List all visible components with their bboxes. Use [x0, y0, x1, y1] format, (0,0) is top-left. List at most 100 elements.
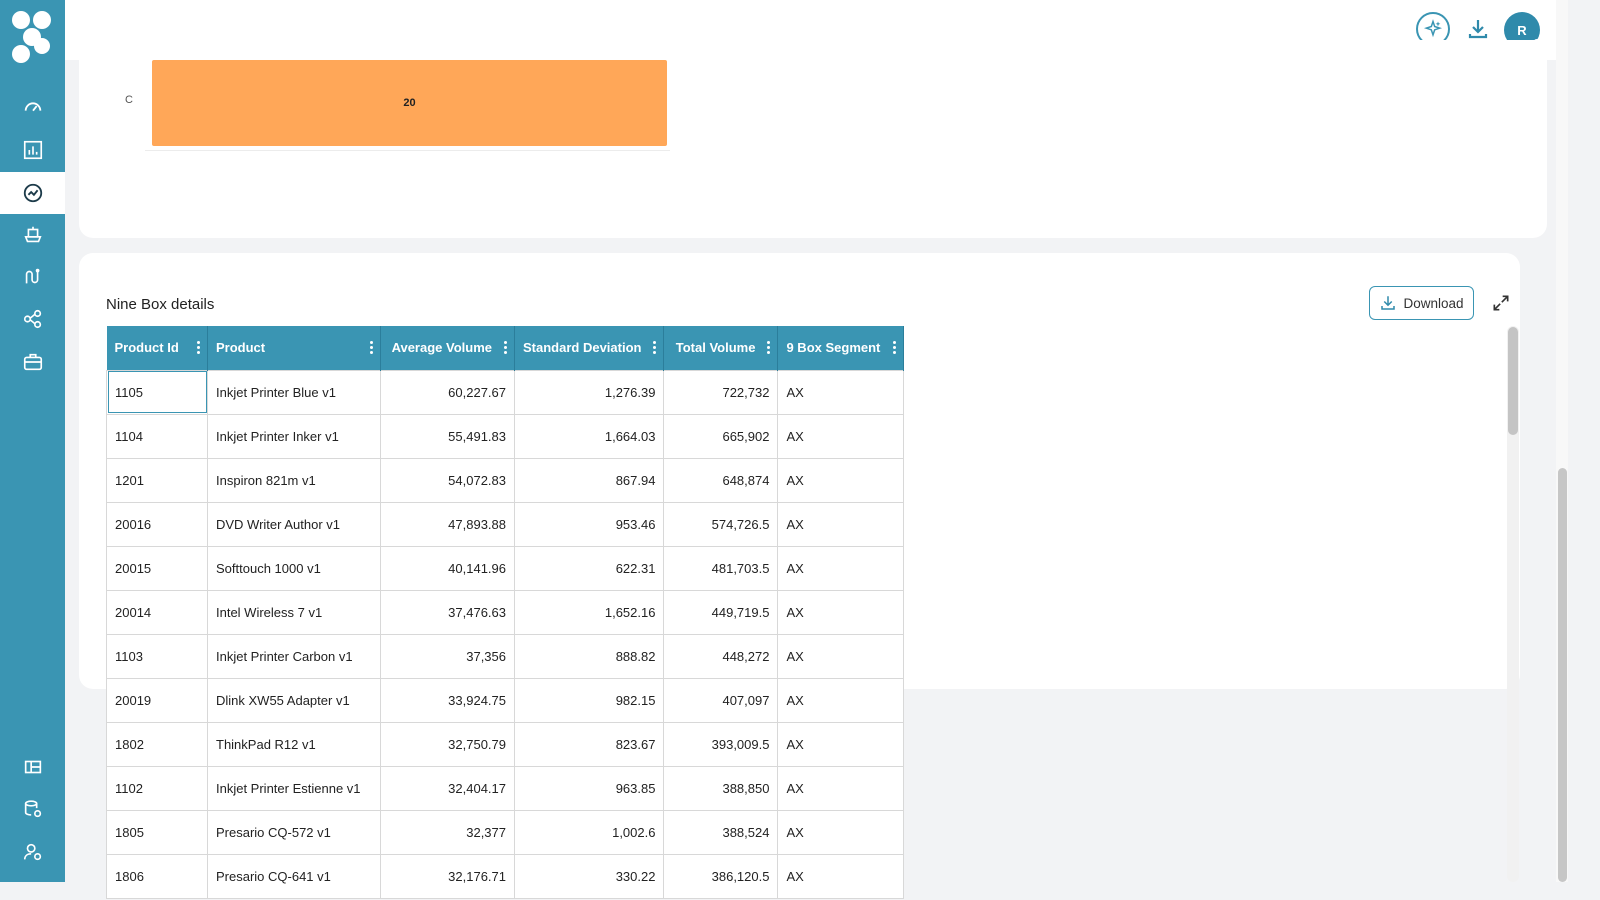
column-menu-icon[interactable]: [197, 341, 201, 355]
table-cell[interactable]: 823.67: [513, 721, 665, 767]
table-cell[interactable]: 481,703.5: [663, 545, 779, 591]
table-cell[interactable]: 388,850: [663, 765, 779, 811]
table-cell[interactable]: 1201: [106, 457, 208, 503]
table-cell[interactable]: AX: [777, 457, 905, 503]
table-scrollbar-thumb[interactable]: [1508, 327, 1518, 435]
table-row[interactable]: 1104 Inkjet Printer Inker v1 55,491.83 1,66…: [106, 413, 905, 459]
column-menu-icon[interactable]: [893, 341, 897, 355]
column-menu-icon[interactable]: [767, 341, 771, 355]
table-cell[interactable]: 20015: [106, 545, 208, 591]
table-cell[interactable]: 449,719.5: [663, 589, 779, 635]
table-cell[interactable]: 33,924.75: [380, 677, 515, 723]
table-row[interactable]: 1805 Presario CQ-572 v1 32,377 1,002.6 388,5…: [106, 809, 905, 855]
table-row[interactable]: 20019 Dlink XW55 Adapter v1 33,924.75 982.1…: [106, 677, 905, 723]
column-menu-icon[interactable]: [653, 341, 657, 355]
table-cell[interactable]: 1805: [106, 809, 208, 855]
table-cell[interactable]: 1802: [106, 721, 208, 767]
nav-routes[interactable]: [0, 256, 65, 298]
table-cell[interactable]: 888.82: [513, 633, 665, 679]
table-cell[interactable]: ThinkPad R12 v1: [207, 721, 381, 767]
table-cell[interactable]: Inkjet Printer Carbon v1: [207, 633, 381, 679]
column-header-product-id[interactable]: Product Id: [106, 326, 208, 370]
table-row[interactable]: 1201 Inspiron 821m v1 54,072.83 867.94 648,8…: [106, 457, 905, 503]
nav-data-settings[interactable]: [0, 788, 65, 830]
table-cell[interactable]: Inkjet Printer Estienne v1: [207, 765, 381, 811]
table-cell[interactable]: AX: [777, 721, 905, 767]
table-cell[interactable]: AX: [777, 369, 905, 415]
column-header-standard-deviation[interactable]: Standard Deviation: [514, 326, 665, 370]
table-cell[interactable]: 407,097: [663, 677, 779, 723]
table-cell[interactable]: 54,072.83: [380, 457, 515, 503]
table-cell[interactable]: 1806: [106, 853, 208, 899]
table-cell[interactable]: 330.22: [513, 853, 665, 899]
table-cell[interactable]: AX: [777, 633, 905, 679]
nav-analytics[interactable]: [0, 172, 65, 214]
table-cell[interactable]: 1,002.6: [513, 809, 665, 855]
table-row[interactable]: 1802 ThinkPad R12 v1 32,750.79 823.67 393,00…: [106, 721, 905, 767]
table-row[interactable]: 20014 Intel Wireless 7 v1 37,476.63 1,652.1…: [106, 589, 905, 635]
table-cell[interactable]: 963.85: [513, 765, 665, 811]
table-cell[interactable]: 20014: [106, 589, 208, 635]
table-cell[interactable]: 37,476.63: [380, 589, 515, 635]
table-cell[interactable]: 1103: [106, 633, 208, 679]
table-cell[interactable]: 388,524: [663, 809, 779, 855]
table-cell[interactable]: Inspiron 821m v1: [207, 457, 381, 503]
table-cell[interactable]: 448,272: [663, 633, 779, 679]
table-cell[interactable]: 867.94: [513, 457, 665, 503]
table-cell[interactable]: 20016: [106, 501, 208, 547]
table-cell[interactable]: AX: [777, 589, 905, 635]
nav-portfolio[interactable]: [0, 341, 65, 383]
column-menu-icon[interactable]: [504, 341, 508, 355]
table-cell[interactable]: AX: [777, 677, 905, 723]
table-cell[interactable]: AX: [777, 501, 905, 547]
column-header-average-volume[interactable]: Average Volume: [380, 326, 515, 370]
table-cell[interactable]: 47,893.88: [380, 501, 515, 547]
table-cell[interactable]: 32,176.71: [380, 853, 515, 899]
table-cell[interactable]: 55,491.83: [380, 413, 515, 459]
table-row[interactable]: 20016 DVD Writer Author v1 47,893.88 953.46…: [106, 501, 905, 547]
column-header-9-box-segment[interactable]: 9 Box Segment: [777, 326, 905, 370]
nav-dashboard[interactable]: [0, 746, 65, 788]
table-cell[interactable]: AX: [777, 853, 905, 899]
table-cell[interactable]: 722,732: [663, 369, 779, 415]
table-cell[interactable]: AX: [777, 413, 905, 459]
nav-user-settings[interactable]: [0, 831, 65, 873]
column-menu-icon[interactable]: [370, 341, 374, 355]
table-cell[interactable]: 32,750.79: [380, 721, 515, 767]
table-cell[interactable]: Inkjet Printer Blue v1: [207, 369, 381, 415]
table-cell[interactable]: 648,874: [663, 457, 779, 503]
petal-logo-icon[interactable]: [8, 6, 56, 68]
chart-bar[interactable]: 20: [152, 60, 667, 146]
table-cell[interactable]: 393,009.5: [663, 721, 779, 767]
expand-icon[interactable]: [1491, 293, 1511, 313]
table-cell[interactable]: AX: [777, 765, 905, 811]
table-cell[interactable]: 574,726.5: [663, 501, 779, 547]
nav-network[interactable]: [0, 298, 65, 340]
table-cell[interactable]: 1104: [106, 413, 208, 459]
table-cell[interactable]: 1102: [106, 765, 208, 811]
nav-reports[interactable]: [0, 129, 65, 171]
table-cell[interactable]: 953.46: [513, 501, 665, 547]
table-cell[interactable]: AX: [777, 809, 905, 855]
table-cell[interactable]: Inkjet Printer Inker v1: [207, 413, 381, 459]
table-cell[interactable]: 386,120.5: [663, 853, 779, 899]
table-row[interactable]: 1806 Presario CQ-641 v1 32,176.71 330.22 386…: [106, 853, 905, 899]
table-cell[interactable]: 1,652.16: [513, 589, 665, 635]
table-cell[interactable]: 32,377: [380, 809, 515, 855]
table-cell[interactable]: 1105: [106, 369, 208, 415]
download-button[interactable]: Download: [1369, 286, 1474, 320]
column-header-total-volume[interactable]: Total Volume: [663, 326, 779, 370]
table-cell[interactable]: 40,141.96: [380, 545, 515, 591]
page-scrollbar-thumb[interactable]: [1558, 468, 1567, 882]
column-header-product[interactable]: Product: [207, 326, 381, 370]
table-row[interactable]: 1103 Inkjet Printer Carbon v1 37,356 888.82…: [106, 633, 905, 679]
table-cell[interactable]: 20019: [106, 677, 208, 723]
table-cell[interactable]: 1,664.03: [513, 413, 665, 459]
table-cell[interactable]: Softtouch 1000 v1: [207, 545, 381, 591]
table-cell[interactable]: 982.15: [513, 677, 665, 723]
table-cell[interactable]: 32,404.17: [380, 765, 515, 811]
table-cell[interactable]: 1,276.39: [513, 369, 665, 415]
table-row[interactable]: 20015 Softtouch 1000 v1 40,141.96 622.31 481…: [106, 545, 905, 591]
nav-shipping[interactable]: [0, 214, 65, 256]
table-cell[interactable]: AX: [777, 545, 905, 591]
